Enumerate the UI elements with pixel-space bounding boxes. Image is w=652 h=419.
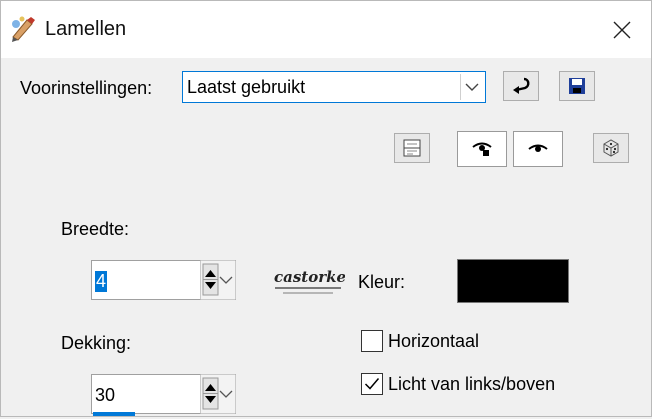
lamellen-dialog: Lamellen Voorinstellingen: Laatst gebrui… [0, 0, 652, 417]
randomize-button[interactable] [593, 133, 629, 163]
opacity-spinner[interactable]: 30 [91, 373, 237, 415]
proof-preview-icon [472, 142, 492, 156]
close-icon [613, 21, 631, 38]
width-spinner-arrows[interactable] [199, 259, 237, 301]
color-swatch[interactable] [457, 259, 569, 303]
spin-arrows-icon [199, 259, 237, 301]
opacity-spinner-arrows[interactable] [199, 373, 237, 415]
close-button[interactable] [593, 1, 651, 58]
opacity-focus-indicator [93, 412, 135, 416]
randomize-settings-button[interactable] [394, 133, 430, 163]
castorke-logo: castorke [274, 268, 345, 294]
presets-selected-value: Laatst gebruikt [187, 77, 306, 97]
chevron-down-icon [465, 83, 479, 91]
checkmark-icon [364, 378, 380, 390]
presets-dropdown-toggle[interactable] [460, 74, 483, 100]
opacity-input[interactable]: 30 [95, 385, 115, 406]
spin-arrows-icon [199, 373, 237, 415]
presets-label: Voorinstellingen: [20, 78, 153, 98]
horizontal-checkbox[interactable] [361, 330, 383, 352]
save-preset-button[interactable] [559, 71, 595, 101]
randomize-settings-icon [403, 139, 421, 157]
title-bar: Lamellen [1, 1, 651, 58]
horizontal-label: Horizontaal [388, 330, 480, 351]
reset-arrow-icon [513, 77, 530, 94]
auto-proof-eye-icon [528, 144, 548, 152]
color-label: Kleur: [358, 272, 406, 292]
svg-text:castorke: castorke [274, 268, 345, 286]
reset-button[interactable] [503, 71, 539, 101]
horizontal-option[interactable]: Horizontaal [361, 330, 479, 352]
dialog-title: Lamellen [45, 18, 127, 40]
light-from-option[interactable]: Licht van links/boven [361, 373, 555, 395]
light-from-checkbox[interactable] [361, 373, 383, 395]
floppy-disk-icon [569, 78, 585, 94]
paint-app-icon [12, 16, 35, 42]
dice-icon [603, 139, 619, 157]
opacity-label: Dekking: [61, 333, 132, 353]
presets-dropdown[interactable]: Laatst gebruikt [182, 71, 486, 103]
width-input[interactable]: 4 [95, 271, 108, 292]
width-label: Breedte: [61, 219, 130, 239]
proof-preview-button[interactable] [457, 131, 507, 167]
light-from-label: Licht van links/boven [388, 373, 556, 394]
auto-proof-button[interactable] [513, 131, 563, 167]
width-spinner[interactable]: 4 [91, 259, 237, 301]
